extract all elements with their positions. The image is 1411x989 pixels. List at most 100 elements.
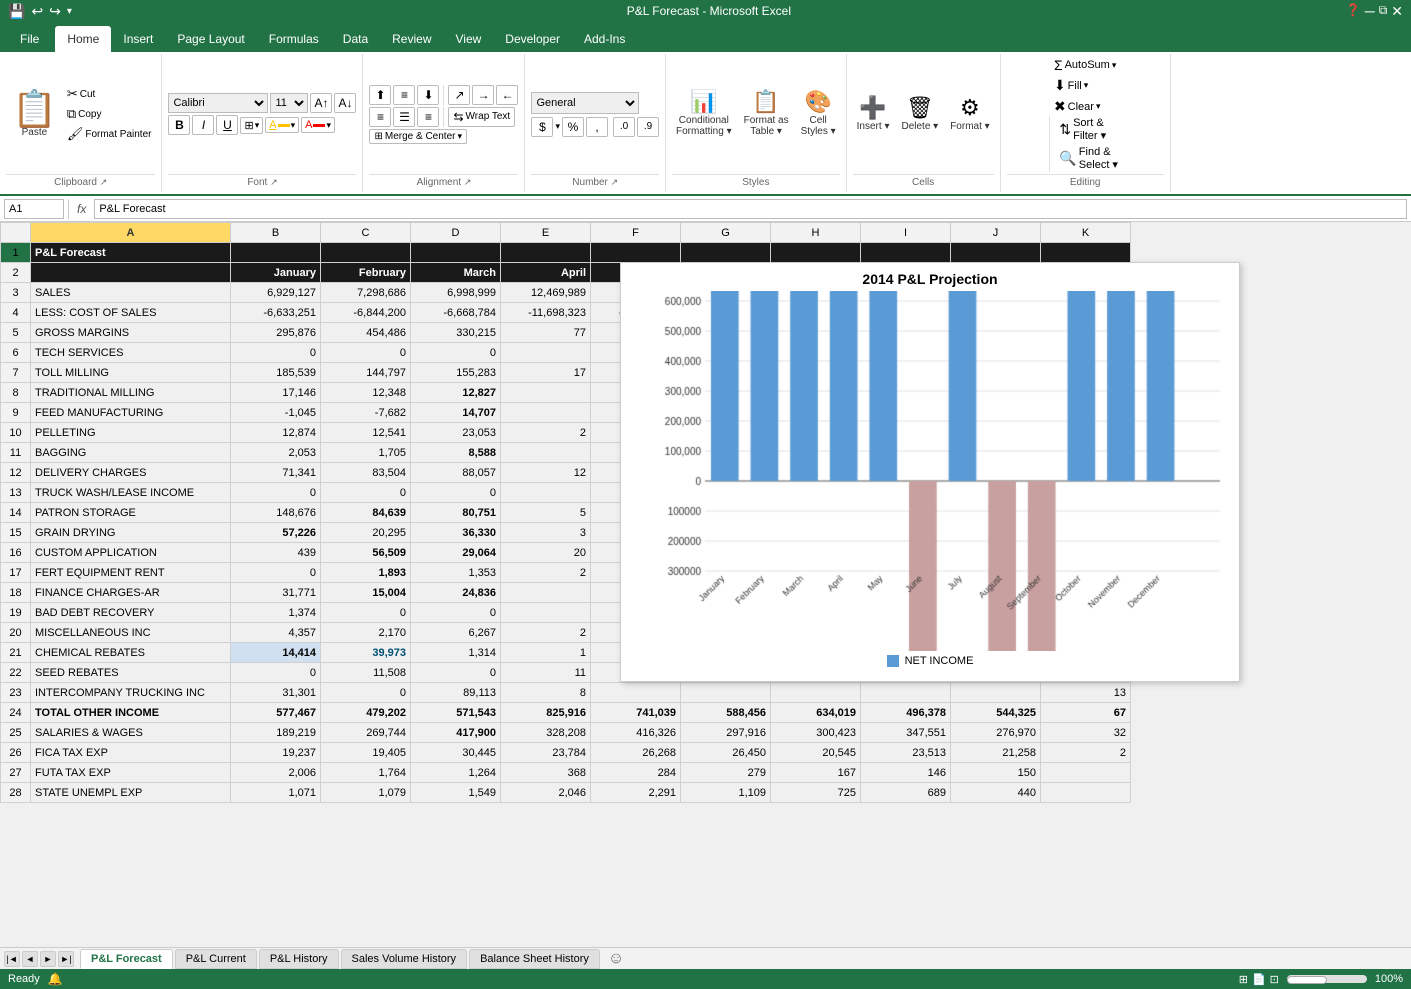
grid-cell[interactable]: 189,219 bbox=[231, 723, 321, 743]
grid-cell[interactable]: BAD DEBT RECOVERY bbox=[31, 603, 231, 623]
grid-cell[interactable]: 56,509 bbox=[321, 543, 411, 563]
new-sheet-icon[interactable]: ☺ bbox=[602, 950, 630, 968]
grid-cell[interactable]: 2,006 bbox=[231, 763, 321, 783]
grid-cell[interactable]: INTERCOMPANY TRUCKING INC bbox=[31, 683, 231, 703]
grid-cell[interactable]: 6,998,999 bbox=[411, 283, 501, 303]
delete-button[interactable]: 🗑 Delete ▾ bbox=[897, 84, 942, 144]
grid-cell[interactable]: 0 bbox=[231, 663, 321, 683]
grid-cell[interactable] bbox=[771, 683, 861, 703]
tab-add-ins[interactable]: Add-Ins bbox=[572, 26, 637, 52]
grid-cell[interactable]: 88,057 bbox=[411, 463, 501, 483]
grid-cell[interactable]: TOLL MILLING bbox=[31, 363, 231, 383]
grid-cell[interactable]: 2,291 bbox=[591, 783, 681, 803]
save-icon[interactable]: 💾 bbox=[8, 3, 25, 20]
grid-cell[interactable]: 297,916 bbox=[681, 723, 771, 743]
grid-cell[interactable]: 825,916 bbox=[501, 703, 591, 723]
grid-cell[interactable]: LESS: COST OF SALES bbox=[31, 303, 231, 323]
bold-button[interactable]: B bbox=[168, 115, 190, 135]
formula-input[interactable] bbox=[94, 199, 1407, 219]
grid-cell[interactable]: January bbox=[231, 263, 321, 283]
borders-button[interactable]: ⊞▾ bbox=[240, 117, 263, 134]
grid-cell[interactable]: 12,874 bbox=[231, 423, 321, 443]
tab-page-layout[interactable]: Page Layout bbox=[165, 26, 256, 52]
grid-cell[interactable]: 15,004 bbox=[321, 583, 411, 603]
grid-cell[interactable]: 36,330 bbox=[411, 523, 501, 543]
page-layout-button[interactable]: 📄 bbox=[1252, 973, 1266, 986]
grid-cell[interactable]: 0 bbox=[411, 663, 501, 683]
page-break-button[interactable]: ⊡ bbox=[1270, 973, 1279, 986]
increase-font-button[interactable]: A↑ bbox=[310, 93, 332, 113]
grid-cell[interactable]: 31,301 bbox=[231, 683, 321, 703]
grid-cell[interactable]: 440 bbox=[951, 783, 1041, 803]
grid-cell[interactable]: 417,900 bbox=[411, 723, 501, 743]
underline-button[interactable]: U bbox=[216, 115, 238, 135]
grid-cell[interactable]: 13 bbox=[1041, 683, 1131, 703]
cell-reference-input[interactable] bbox=[4, 199, 64, 219]
grid-cell[interactable] bbox=[861, 683, 951, 703]
align-middle-button[interactable]: ≡ bbox=[393, 85, 415, 105]
grid-cell[interactable]: 725 bbox=[771, 783, 861, 803]
grid-cell[interactable]: 2 bbox=[1041, 743, 1131, 763]
grid-cell[interactable]: 8 bbox=[501, 683, 591, 703]
grid-cell[interactable]: 479,202 bbox=[321, 703, 411, 723]
format-button[interactable]: ⚙ Format ▾ bbox=[946, 84, 993, 144]
grid-cell[interactable]: 496,378 bbox=[861, 703, 951, 723]
col-header-e[interactable]: E bbox=[501, 223, 591, 243]
grid-cell[interactable]: 12,348 bbox=[321, 383, 411, 403]
grid-cell[interactable]: 4,357 bbox=[231, 623, 321, 643]
grid-cell[interactable]: 1,071 bbox=[231, 783, 321, 803]
grid-cell[interactable]: 689 bbox=[861, 783, 951, 803]
grid-cell[interactable]: 3 bbox=[501, 523, 591, 543]
grid-cell[interactable]: 1,314 bbox=[411, 643, 501, 663]
paste-button[interactable]: 📋 bbox=[12, 91, 57, 127]
grid-cell[interactable]: PATRON STORAGE bbox=[31, 503, 231, 523]
grid-cell[interactable]: 2,046 bbox=[501, 783, 591, 803]
grid-cell[interactable]: 17 bbox=[501, 363, 591, 383]
grid-cell[interactable]: -11,698,323 bbox=[501, 303, 591, 323]
grid-cell[interactable] bbox=[681, 683, 771, 703]
grid-cell[interactable]: 31,771 bbox=[231, 583, 321, 603]
grid-cell[interactable]: 20,295 bbox=[321, 523, 411, 543]
grid-cell[interactable]: 71,341 bbox=[231, 463, 321, 483]
currency-button[interactable]: $ bbox=[531, 117, 553, 137]
next-sheet-button[interactable]: ► bbox=[40, 951, 56, 967]
tab-data[interactable]: Data bbox=[331, 26, 380, 52]
cut-button[interactable]: ✂Cut bbox=[65, 85, 154, 103]
sheet-tab-pl-forecast[interactable]: P&L Forecast bbox=[80, 949, 173, 969]
grid-cell[interactable] bbox=[501, 243, 591, 263]
find-select-button[interactable]: 🔍 Find &Select ▾ bbox=[1056, 145, 1121, 172]
orientation-button[interactable]: ↗ bbox=[448, 85, 470, 105]
copy-button[interactable]: ⧉Copy bbox=[65, 105, 154, 123]
grid-cell[interactable]: 89,113 bbox=[411, 683, 501, 703]
sheet-tab-pl-history[interactable]: P&L History bbox=[259, 949, 339, 969]
grid-cell[interactable]: 5 bbox=[501, 503, 591, 523]
grid-cell[interactable]: 269,744 bbox=[321, 723, 411, 743]
grid-cell[interactable]: 454,486 bbox=[321, 323, 411, 343]
grid-cell[interactable]: TECH SERVICES bbox=[31, 343, 231, 363]
grid-cell[interactable]: 148,676 bbox=[231, 503, 321, 523]
grid-cell[interactable]: FINANCE CHARGES-AR bbox=[31, 583, 231, 603]
grid-cell[interactable]: 330,215 bbox=[411, 323, 501, 343]
grid-cell[interactable]: 23,784 bbox=[501, 743, 591, 763]
grid-cell[interactable]: 12,541 bbox=[321, 423, 411, 443]
grid-cell[interactable]: 14,414 bbox=[231, 643, 321, 663]
grid-cell[interactable]: 279 bbox=[681, 763, 771, 783]
grid-cell[interactable] bbox=[951, 243, 1041, 263]
grid-cell[interactable]: 23,053 bbox=[411, 423, 501, 443]
tab-file[interactable]: File bbox=[4, 26, 55, 52]
insert-button[interactable]: ➕ Insert ▾ bbox=[853, 84, 894, 144]
grid-cell[interactable]: 0 bbox=[231, 483, 321, 503]
zoom-control[interactable]: ⊞ 📄 ⊡ 100% bbox=[1239, 973, 1403, 986]
grid-cell[interactable]: 634,019 bbox=[771, 703, 861, 723]
grid-cell[interactable] bbox=[411, 243, 501, 263]
grid-cell[interactable] bbox=[501, 443, 591, 463]
grid-cell[interactable]: 0 bbox=[321, 683, 411, 703]
font-name-select[interactable]: Calibri bbox=[168, 93, 268, 113]
grid-cell[interactable]: SALARIES & WAGES bbox=[31, 723, 231, 743]
grid-cell[interactable]: CHEMICAL REBATES bbox=[31, 643, 231, 663]
grid-cell[interactable]: 167 bbox=[771, 763, 861, 783]
grid-cell[interactable]: 80,751 bbox=[411, 503, 501, 523]
grid-cell[interactable]: 1,109 bbox=[681, 783, 771, 803]
grid-cell[interactable]: 39,973 bbox=[321, 643, 411, 663]
tab-insert[interactable]: Insert bbox=[111, 26, 165, 52]
